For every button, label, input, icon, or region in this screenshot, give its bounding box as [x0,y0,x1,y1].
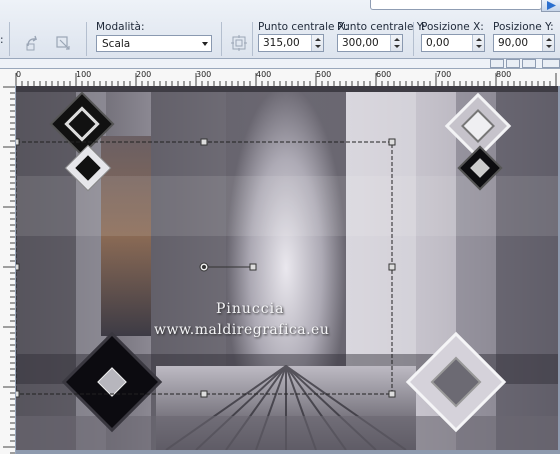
center-target-icon[interactable] [230,34,248,52]
image-canvas[interactable]: Pinuccia www.maldiregrafica.eu [16,86,558,450]
center-y-stepper[interactable] [390,35,402,51]
rotate-icon[interactable] [24,34,42,52]
ruler-label: 700 [436,70,452,79]
pos-x-field[interactable]: 0,00 [421,34,485,52]
pos-x-label: Posizione X: [421,21,484,33]
vertical-ruler [0,85,16,454]
ruler-label: 800 [496,70,512,79]
center-y-value: 300,00 [342,37,379,49]
tool-options-bar: : Modalità: Scala Punto centrale X: 315,… [0,0,560,59]
ruler-label: 0 [16,70,22,79]
mode-label: Modalità: [96,21,145,33]
pos-y-field[interactable]: 90,00 [493,34,555,52]
ruler-label: 300 [196,70,212,79]
ruler-label: 500 [316,70,332,79]
pos-x-stepper[interactable] [472,35,484,51]
watermark-line1: Pinuccia [216,301,285,317]
watermark-line2: www.maldiregrafica.eu [154,322,330,338]
transform-icon[interactable] [54,34,72,52]
center-x-label: Punto centrale X: [258,21,349,33]
preset-dropdown-edge[interactable] [370,0,542,10]
ruler-label: 100 [76,70,92,79]
window-close-button[interactable] [522,59,536,68]
horizontal-ruler: 0 100 200 300 400 500 600 700 800 [0,68,560,87]
apply-button[interactable] [541,0,560,12]
mode-select[interactable]: Scala [96,35,212,52]
ruler-label: 200 [136,70,152,79]
ruler-label: 400 [256,70,272,79]
chevron-down-icon [202,42,208,46]
pos-x-value: 0,00 [426,37,450,49]
window-restore-button[interactable] [506,59,520,68]
window-extra-button[interactable] [542,59,560,68]
window-minimize-button[interactable] [490,59,504,68]
play-icon [547,1,556,10]
window-strip [0,59,560,68]
center-x-field[interactable]: 315,00 [258,34,324,52]
pos-y-label: Posizione Y: [493,21,554,33]
mode-select-value: Scala [102,38,131,50]
center-x-value: 315,00 [263,37,300,49]
center-y-field[interactable]: 300,00 [337,34,403,52]
center-x-stepper[interactable] [311,35,323,51]
pos-y-stepper[interactable] [542,35,554,51]
pos-y-value: 90,00 [498,37,529,49]
ruler-label: 600 [376,70,392,79]
